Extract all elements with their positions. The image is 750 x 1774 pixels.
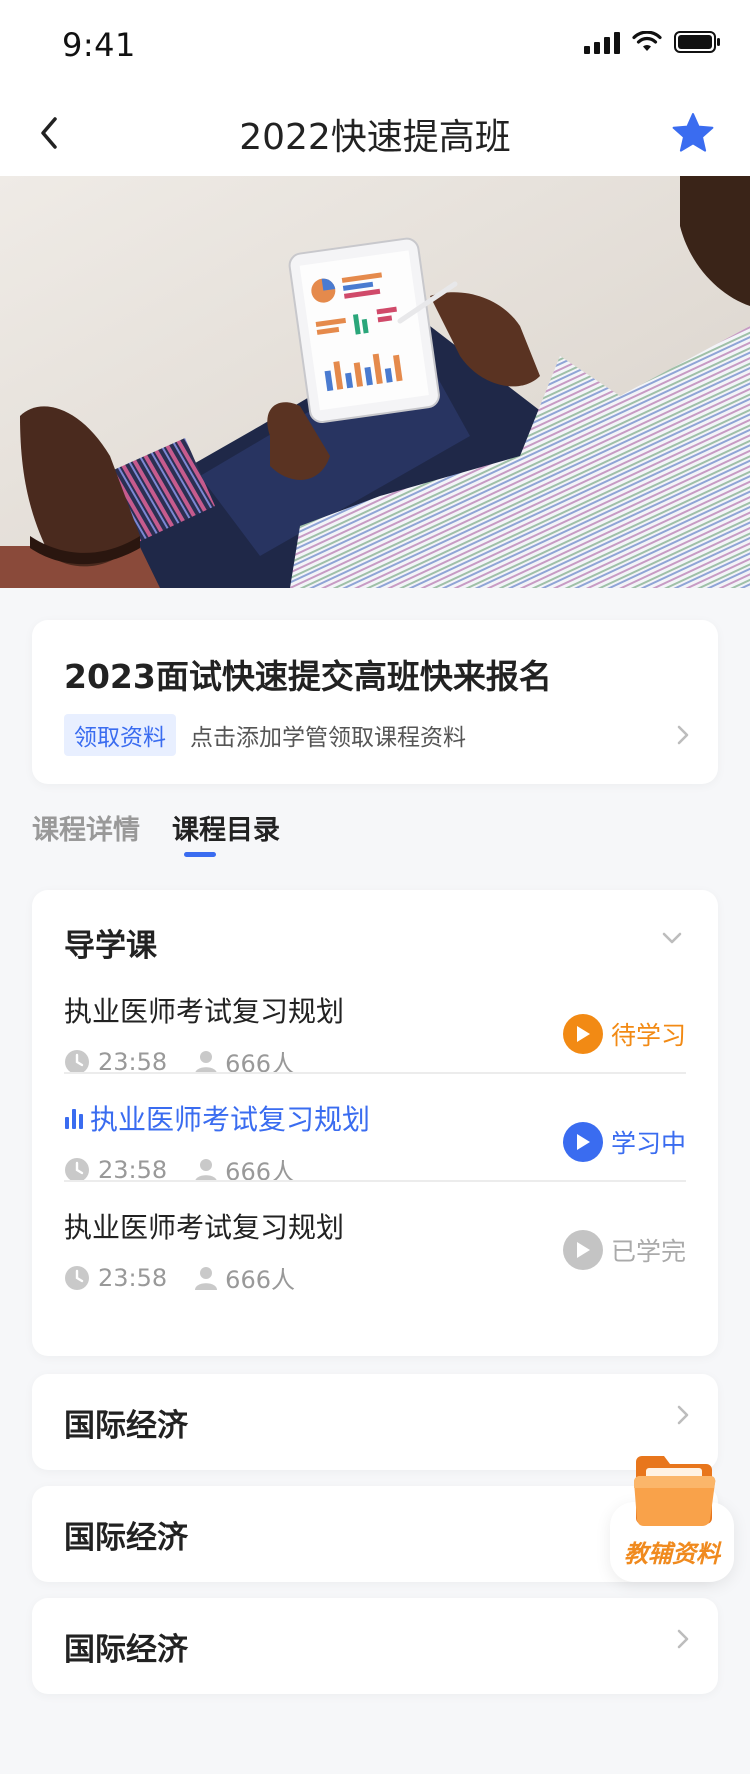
lesson-status-label: 学习中 [610, 1129, 686, 1158]
course-title: 2023面试快速提交高班快来报名 [64, 657, 552, 696]
chapter-title: 导学课 [64, 928, 157, 964]
wifi-icon [632, 31, 662, 51]
play-icon [562, 1014, 603, 1054]
get-materials-row[interactable]: 领取资料 点击添加学管领取课程资料 [64, 714, 690, 756]
nav-bar: 2022快速提高班 [0, 88, 750, 176]
lesson-status[interactable]: 学习中 [562, 1122, 686, 1162]
section-title: 国际经济 [64, 1520, 188, 1556]
lesson-status-label: 待学习 [610, 1021, 686, 1050]
person-icon [195, 1050, 218, 1074]
lesson-name: 执业医师考试复习规划 [90, 1103, 371, 1136]
lesson-learners: 666人 [225, 1266, 295, 1294]
status-bar: 9:41 [0, 0, 750, 88]
clock-icon [65, 1049, 89, 1074]
star-icon [672, 113, 714, 152]
page-title: 2022快速提高班 [239, 117, 511, 158]
person-icon [195, 1158, 218, 1182]
chapter-card: 导学课 执业医师考试复习规划 23:58 666人 待学习 执业医师考试复习规划… [32, 890, 718, 1356]
chevron-right-icon [677, 1629, 689, 1649]
lesson-status[interactable]: 已学完 [562, 1230, 686, 1270]
tab-course-details[interactable]: 课程详情 [32, 808, 140, 858]
course-tabs: 课程详情 课程目录 [32, 808, 280, 858]
clock-icon [65, 1157, 89, 1182]
lesson-status[interactable]: 待学习 [562, 1014, 686, 1054]
lesson-item[interactable]: 执业医师考试复习规划 23:58 666人 已学完 [64, 1206, 686, 1326]
materials-description: 点击添加学管领取课程资料 [190, 725, 466, 751]
materials-tag: 领取资料 [64, 714, 176, 756]
lesson-status-label: 已学完 [610, 1237, 686, 1266]
status-icons [584, 30, 720, 54]
status-time: 9:41 [62, 26, 136, 64]
favorite-button[interactable] [666, 106, 720, 160]
section-title: 国际经济 [64, 1408, 188, 1444]
playing-bars-icon [65, 1109, 83, 1129]
chevron-down-icon [662, 932, 682, 944]
clock-icon [65, 1265, 89, 1290]
course-cover-image [0, 176, 750, 588]
float-button-label: 教辅资料 [624, 1540, 720, 1568]
lesson-name: 执业医师考试复习规划 [64, 1211, 345, 1244]
lesson-name: 执业医师考试复习规划 [64, 995, 345, 1028]
chevron-right-icon [677, 725, 689, 745]
section-title: 国际经济 [64, 1632, 188, 1668]
lesson-name-row: 执业医师考试复习规划 [64, 1098, 370, 1138]
lesson-item[interactable]: 执业医师考试复习规划 23:58 666人 待学习 [64, 990, 686, 1110]
lesson-meta: 23:58 666人 [64, 1260, 295, 1295]
play-icon [562, 1230, 603, 1270]
divider [64, 1180, 686, 1182]
divider [64, 1072, 686, 1074]
cellular-signal-icon [584, 30, 620, 54]
course-info-card: 2023面试快速提交高班快来报名 领取资料 点击添加学管领取课程资料 [32, 620, 718, 784]
chevron-right-icon [677, 1405, 689, 1425]
section-row[interactable]: 国际经济 [32, 1598, 718, 1694]
lesson-duration: 23:58 [98, 1263, 168, 1292]
tab-course-catalog[interactable]: 课程目录 [172, 808, 280, 858]
battery-icon [674, 31, 720, 53]
person-icon [195, 1266, 218, 1290]
folder-icon [634, 1456, 716, 1526]
teaching-materials-button[interactable]: 教辅资料 [610, 1448, 734, 1582]
lesson-item[interactable]: 执业医师考试复习规划 23:58 666人 学习中 [64, 1098, 686, 1218]
chapter-collapse-toggle[interactable] [654, 920, 690, 956]
active-tab-indicator [184, 852, 216, 857]
play-icon [562, 1122, 603, 1162]
